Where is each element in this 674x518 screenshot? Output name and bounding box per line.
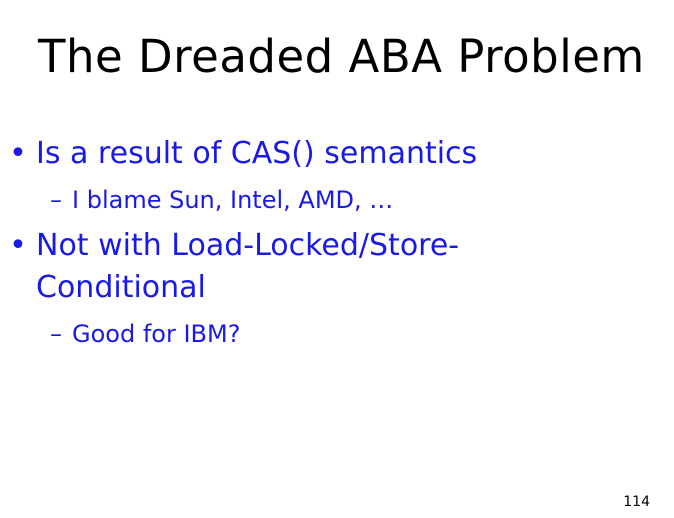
bullet-text-line-1: Not with Load-Locked/Store- <box>36 228 460 263</box>
sub-bullet-marker: – <box>50 186 62 214</box>
sub-bullet-text: Good for IBM? <box>72 320 241 348</box>
bullet-text: Is a result of CAS() semantics <box>36 136 478 171</box>
slide-title: The Dreaded ABA Problem <box>38 30 645 83</box>
sub-bullet-item: – I blame Sun, Intel, AMD, … <box>46 184 646 216</box>
sub-bullet-text: I blame Sun, Intel, AMD, … <box>72 186 394 214</box>
bullet-text-line-2: Conditional <box>36 270 206 305</box>
page-number: 114 <box>623 494 650 510</box>
bullet-marker: • <box>9 136 27 171</box>
sub-bullet-item: – Good for IBM? <box>46 318 646 350</box>
bullet-marker: • <box>9 228 27 263</box>
sub-bullet-marker: – <box>50 320 62 348</box>
bullet-item: • Is a result of CAS() semantics <box>8 134 648 174</box>
bullet-item: • Not with Load-Locked/Store- Conditiona… <box>8 226 648 308</box>
